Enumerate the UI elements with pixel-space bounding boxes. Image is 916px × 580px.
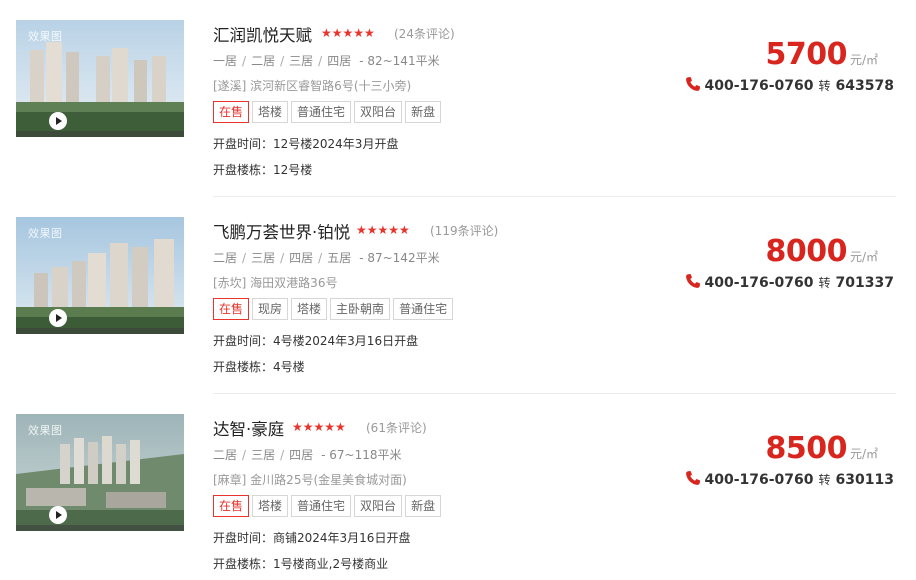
- phone-icon: [686, 471, 701, 485]
- feature-tag: 双阳台: [354, 101, 403, 123]
- area-range: - 67~118平米: [321, 448, 402, 462]
- phone-icon: [686, 77, 701, 91]
- listing-title[interactable]: 达智·豪庭: [213, 416, 284, 440]
- listing-title[interactable]: 汇润凯悦天赋: [213, 22, 312, 46]
- review-count-link[interactable]: (61条评论): [366, 419, 427, 436]
- open-time: 开盘时间：4号楼2024年3月16日开盘: [213, 334, 419, 348]
- room-type: 四居: [327, 54, 352, 68]
- listing-thumbnail[interactable]: 效果图: [16, 414, 184, 531]
- feature-tag: 塔楼: [291, 298, 328, 320]
- open-buildings: 开盘楼栋：12号楼: [213, 163, 313, 177]
- video-bar: [16, 328, 184, 334]
- review-count-link[interactable]: (24条评论): [394, 25, 455, 42]
- open-buildings: 开盘楼栋：4号楼: [213, 360, 305, 374]
- video-bar: [16, 131, 184, 137]
- room-types: 二居 / 三居 / 四居 / 五居 - 87~142平米: [213, 251, 440, 265]
- rating-stars: ★★★★★: [356, 223, 410, 237]
- feature-tag: 主卧朝南: [330, 298, 391, 320]
- status-badge: 在售: [213, 298, 250, 320]
- feature-tag: 新盘: [405, 495, 442, 517]
- review-count-link[interactable]: (119条评论): [430, 222, 498, 239]
- rating-stars: ★★★★★: [321, 26, 375, 40]
- price-value: 8000: [765, 234, 847, 269]
- room-type: 二居: [213, 251, 238, 265]
- area-range: - 87~142平米: [359, 251, 440, 265]
- phone-extension: 643578: [835, 78, 894, 94]
- room-type: 一居: [213, 54, 238, 68]
- phone-number[interactable]: 400-176-0760 转 701337: [685, 273, 894, 291]
- open-buildings: 开盘楼栋：1号楼商业,2号楼商业: [213, 557, 389, 571]
- status-badge: 在售: [213, 101, 250, 123]
- listing-card: 效果图 汇润凯悦天赋 ★★★★★ (24条评论) 一居 / 二居 / 三居 / 四居 - 82…: [0, 0, 916, 196]
- address: [麻章] 金川路25号(金星美食城对面): [213, 473, 407, 487]
- phone-number[interactable]: 400-176-0760 转 643578: [685, 76, 894, 94]
- address: [遂溪] 滨河新区睿智路6号(十三小旁): [213, 79, 412, 93]
- area-range: - 82~141平米: [359, 54, 440, 68]
- room-types: 二居 / 三居 / 四居 - 67~118平米: [213, 448, 402, 462]
- feature-tag: 新盘: [405, 101, 442, 123]
- room-type: 三居: [251, 448, 276, 462]
- listing-card: 效果图 飞鹏万荟世界·铂悦 ★★★★★ (119条评论) 二居 / 三居 / 四居 / 五居…: [0, 197, 916, 393]
- listing-card: 效果图 达智·豪庭 ★★★★★ (61条评论) 二居 / 三居 / 四居 - 67~118…: [0, 394, 916, 580]
- phone-number[interactable]: 400-176-0760 转 630113: [685, 470, 894, 488]
- price-unit: 元/㎡: [849, 447, 878, 461]
- phone-icon: [686, 274, 701, 288]
- room-type: 二居: [251, 54, 276, 68]
- room-type: 五居: [327, 251, 352, 265]
- price-value: 8500: [765, 431, 847, 466]
- play-icon[interactable]: [49, 112, 67, 130]
- price-unit: 元/㎡: [849, 250, 878, 264]
- feature-tag: 双阳台: [354, 495, 403, 517]
- price: 8500 元/㎡: [765, 431, 878, 466]
- feature-tag: 普通住宅: [291, 495, 352, 517]
- price: 8000 元/㎡: [765, 234, 878, 269]
- image-tag: 效果图: [28, 424, 63, 437]
- feature-tag: 塔楼: [252, 495, 289, 517]
- room-types: 一居 / 二居 / 三居 / 四居 - 82~141平米: [213, 54, 440, 68]
- open-time: 开盘时间：商铺2024年3月16日开盘: [213, 531, 411, 545]
- play-icon[interactable]: [49, 506, 67, 524]
- feature-tag: 塔楼: [252, 101, 289, 123]
- listing-thumbnail[interactable]: 效果图: [16, 20, 184, 137]
- room-type: 二居: [213, 448, 238, 462]
- play-icon[interactable]: [49, 309, 67, 327]
- tag-row: 在售 塔楼 普通住宅 双阳台 新盘: [213, 495, 444, 518]
- feature-tag: 普通住宅: [291, 101, 352, 123]
- feature-tag: 普通住宅: [393, 298, 454, 320]
- video-bar: [16, 525, 184, 531]
- price: 5700 元/㎡: [765, 37, 878, 72]
- image-tag: 效果图: [28, 30, 63, 43]
- address: [赤坎] 海田双港路36号: [213, 276, 338, 290]
- price-value: 5700: [765, 37, 847, 72]
- tag-row: 在售 塔楼 普通住宅 双阳台 新盘: [213, 101, 444, 124]
- phone-extension: 701337: [835, 275, 894, 291]
- rating-stars: ★★★★★: [292, 420, 346, 434]
- feature-tag: 现房: [252, 298, 289, 320]
- listing-title[interactable]: 飞鹏万荟世界·铂悦: [213, 219, 350, 243]
- room-type: 三居: [251, 251, 276, 265]
- open-time: 开盘时间：12号楼2024年3月开盘: [213, 137, 399, 151]
- listing-thumbnail[interactable]: 效果图: [16, 217, 184, 334]
- tag-row: 在售 现房 塔楼 主卧朝南 普通住宅: [213, 298, 456, 321]
- room-type: 四居: [289, 448, 314, 462]
- phone-extension: 630113: [835, 472, 894, 488]
- price-unit: 元/㎡: [849, 53, 878, 67]
- room-type: 三居: [289, 54, 314, 68]
- image-tag: 效果图: [28, 227, 63, 240]
- status-badge: 在售: [213, 495, 250, 517]
- room-type: 四居: [289, 251, 314, 265]
